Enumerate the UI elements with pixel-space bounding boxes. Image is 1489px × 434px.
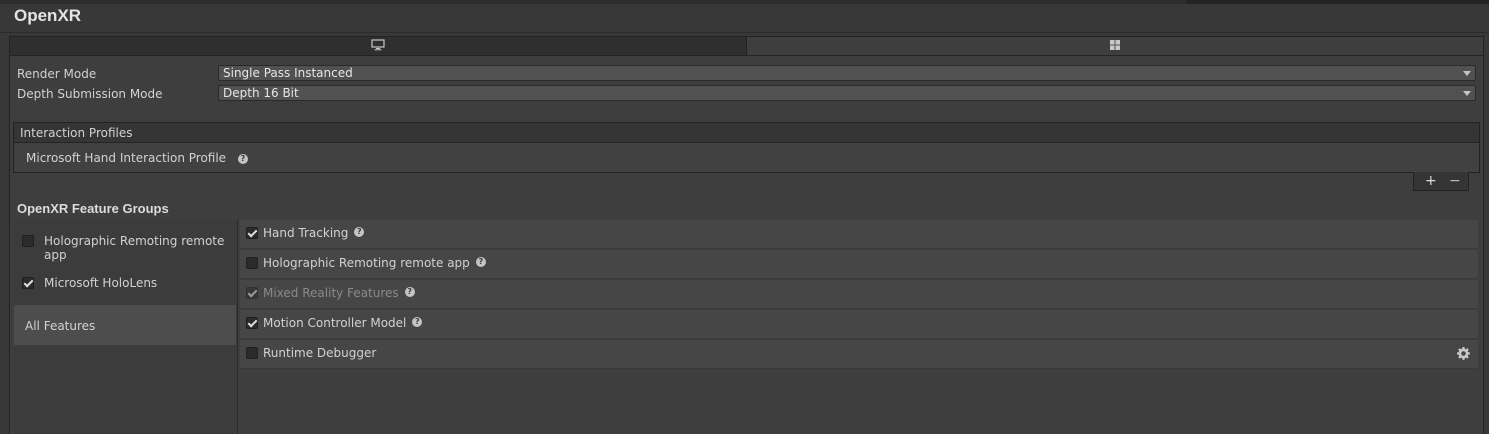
feature-checkbox[interactable] <box>246 347 258 359</box>
platform-tabs <box>9 36 1484 56</box>
windows-icon <box>1109 39 1121 54</box>
feature-list: Hand Tracking? Holographic Remoting remo… <box>240 220 1478 369</box>
group-checkbox[interactable] <box>22 235 34 247</box>
help-icon[interactable]: ? <box>475 257 486 267</box>
help-icon[interactable]: ? <box>237 153 248 164</box>
chevron-down-icon <box>1463 71 1471 76</box>
help-icon[interactable]: ? <box>404 287 415 297</box>
help-icon[interactable]: ? <box>354 227 365 237</box>
group-label: Holographic Remoting remote app <box>44 234 225 262</box>
feature-groups-title: OpenXR Feature Groups <box>17 201 169 216</box>
help-icon[interactable]: ? <box>412 317 423 327</box>
feature-label: Runtime Debugger <box>263 346 377 360</box>
add-profile-button[interactable]: + <box>1425 173 1437 189</box>
feature-group-list: Holographic Remoting remote app Microsof… <box>14 220 238 434</box>
feature-label: Mixed Reality Features <box>263 286 399 300</box>
depth-submission-mode-value: Depth 16 Bit <box>223 86 299 100</box>
gear-icon[interactable] <box>1457 347 1470 363</box>
group-label: All Features <box>25 319 96 333</box>
chevron-down-icon <box>1463 91 1471 96</box>
feature-group-microsoft-hololens[interactable]: Microsoft HoloLens <box>14 263 236 303</box>
render-mode-value: Single Pass Instanced <box>223 66 353 80</box>
tab-windows[interactable] <box>747 37 1483 55</box>
interaction-profiles-title: Interaction Profiles <box>20 126 133 140</box>
render-mode-dropdown[interactable]: Single Pass Instanced <box>218 65 1476 81</box>
feature-label-hand-tracking: Hand Tracking? <box>263 226 365 240</box>
interaction-profile-label: Microsoft Hand Interaction Profile <box>26 151 227 165</box>
list-item[interactable]: Microsoft Hand Interaction Profile ? <box>26 151 248 165</box>
remove-profile-button[interactable]: − <box>1449 173 1461 189</box>
feature-row-runtime-debugger: Runtime Debugger <box>240 340 1478 369</box>
feature-row-hand-tracking: Hand Tracking? <box>240 220 1478 249</box>
feature-label-motion-controller-model: Motion Controller Model? <box>263 316 423 330</box>
monitor-icon <box>371 38 385 54</box>
feature-label: Hand Tracking <box>263 226 349 240</box>
depth-submission-mode-label: Depth Submission Mode <box>17 87 163 101</box>
group-label: Microsoft HoloLens <box>44 276 158 290</box>
feature-checkbox[interactable] <box>246 317 258 329</box>
feature-group-holographic-remoting[interactable]: Holographic Remoting remote app <box>14 220 236 262</box>
feature-group-all-features[interactable]: All Features <box>14 305 236 345</box>
depth-submission-mode-dropdown[interactable]: Depth 16 Bit <box>218 85 1476 101</box>
feature-label-mixed-reality: Mixed Reality Features? <box>263 286 415 300</box>
feature-label: Holographic Remoting remote app <box>263 256 470 270</box>
feature-row-mixed-reality: Mixed Reality Features? <box>240 280 1478 309</box>
group-checkbox[interactable] <box>22 277 34 289</box>
feature-row-holographic-remoting: Holographic Remoting remote app? <box>240 250 1478 279</box>
feature-label-holographic-remoting: Holographic Remoting remote app? <box>263 256 486 270</box>
title-divider <box>0 32 1489 33</box>
feature-row-motion-controller-model: Motion Controller Model? <box>240 310 1478 339</box>
feature-checkbox[interactable] <box>246 227 258 239</box>
feature-checkbox <box>246 287 258 299</box>
top-bar-strip <box>1186 0 1489 4</box>
list-footer: + − <box>1413 172 1469 191</box>
interaction-profiles-list: Interaction Profiles Microsoft Hand Inte… <box>13 122 1480 173</box>
tab-standalone[interactable] <box>10 37 747 55</box>
page-title: OpenXR <box>14 6 82 25</box>
render-mode-label: Render Mode <box>17 67 97 81</box>
feature-label: Motion Controller Model <box>263 316 407 330</box>
interaction-profiles-header: Interaction Profiles <box>14 123 1479 143</box>
feature-checkbox[interactable] <box>246 257 258 269</box>
